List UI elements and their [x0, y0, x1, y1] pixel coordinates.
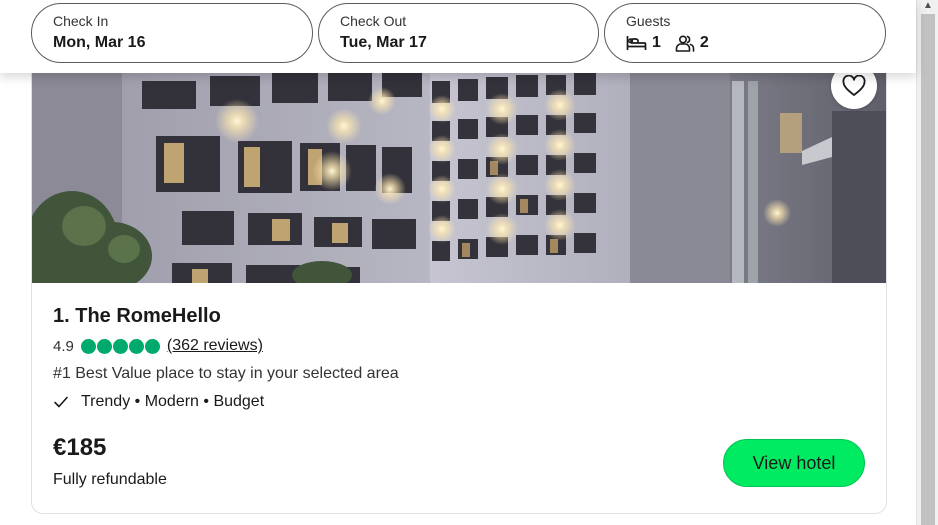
view-hotel-button[interactable]: View hotel [723, 439, 865, 487]
rating-bubble [96, 338, 112, 354]
rating-bubble [144, 338, 160, 354]
heart-icon [842, 75, 866, 96]
rooms-group: 1 [626, 32, 661, 54]
scrollbar-thumb[interactable] [921, 14, 935, 525]
scrollbar[interactable]: ▲ [916, 0, 938, 525]
rating-score: 4.9 [53, 337, 74, 355]
hotel-photo[interactable] [32, 41, 886, 283]
guests-value: 1 2 [626, 32, 885, 54]
guests-label: Guests [626, 13, 671, 29]
tags-row: Trendy • Modern • Budget [53, 391, 863, 413]
hotel-card[interactable]: 1. The RomeHello 4.9 (362 reviews) #1 Be… [31, 40, 887, 514]
check-out-field[interactable]: Check Out Tue, Mar 17 [318, 3, 599, 63]
rating-bubble [128, 338, 144, 354]
check-out-label: Check Out [340, 13, 407, 29]
hotel-tags: Trendy • Modern • Budget [81, 393, 265, 410]
check-in-label: Check In [53, 13, 109, 29]
rating-bubbles [80, 338, 161, 354]
bed-icon [626, 36, 647, 50]
adults-count: 2 [699, 34, 709, 51]
rating-row: 4.9 (362 reviews) [53, 334, 863, 358]
check-out-value: Tue, Mar 17 [340, 34, 427, 51]
guests-field[interactable]: Guests 1 2 [604, 3, 886, 63]
rating-bubble [80, 338, 96, 354]
people-icon [675, 34, 695, 52]
check-in-value: Mon, Mar 16 [53, 34, 146, 51]
rooms-count: 1 [652, 34, 661, 51]
reviews-link[interactable]: (362 reviews) [167, 337, 263, 355]
rating-bubble [112, 338, 128, 354]
check-in-field[interactable]: Check In Mon, Mar 16 [31, 3, 313, 63]
adults-group: 2 [675, 32, 709, 54]
scroll-up-arrow-icon[interactable]: ▲ [922, 0, 934, 12]
search-bar: Check In Mon, Mar 16 Check Out Tue, Mar … [0, 0, 916, 73]
check-icon [54, 396, 68, 408]
hotel-name[interactable]: 1. The RomeHello [53, 303, 863, 329]
rank-text: #1 Best Value place to stay in your sele… [53, 365, 399, 382]
